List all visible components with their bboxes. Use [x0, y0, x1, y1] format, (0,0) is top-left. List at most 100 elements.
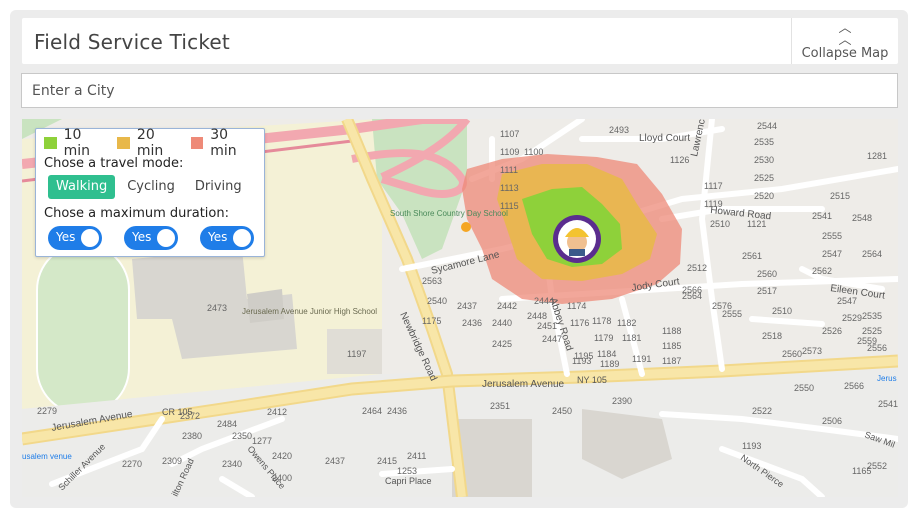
house-number-label: 2556	[867, 343, 887, 353]
house-number-label: 2544	[757, 121, 777, 131]
house-number-label: 2561	[742, 251, 762, 261]
mode-cycling-button[interactable]: Cycling	[119, 175, 183, 199]
worker-avatar-pin-icon	[553, 215, 601, 263]
house-number-label: 2510	[710, 219, 730, 229]
house-number-label: 2564	[862, 249, 882, 259]
house-number-label: 2372	[180, 411, 200, 421]
house-number-label: 1117	[704, 181, 723, 191]
legend-swatch-30min	[190, 137, 204, 149]
house-number-label: 2437	[325, 456, 345, 466]
house-number-label: 1179	[594, 333, 613, 343]
collapse-map-label: Collapse Map	[801, 46, 889, 61]
house-number-label: 1187	[662, 356, 681, 366]
house-number-label: 2548	[852, 213, 872, 223]
mode-driving-button[interactable]: Driving	[187, 175, 250, 199]
house-number-label: 1107	[500, 129, 519, 139]
toggle-knob	[233, 229, 251, 247]
header-bar: Field Service Ticket ︿ ︿ Collapse Map	[22, 18, 898, 64]
legend-swatch-10min	[44, 137, 57, 149]
house-number-label: 2552	[867, 461, 887, 471]
house-number-label: 2350	[232, 431, 252, 441]
house-number-label: 1277	[252, 436, 272, 446]
house-number-label: 2464	[362, 406, 382, 416]
legend-label-30min: 30 min	[210, 127, 237, 159]
house-number-label: 2526	[822, 326, 842, 336]
house-number-label: 1175	[422, 316, 441, 326]
house-number-label: 2448	[527, 311, 547, 321]
svg-text:South Shore Country Day School: South Shore Country Day School	[390, 209, 508, 218]
travel-mode-label: Chose a travel mode:	[44, 156, 184, 171]
house-number-label: 2309	[162, 456, 182, 466]
house-number-label: 2515	[830, 191, 850, 201]
house-number-label: 2440	[492, 318, 512, 328]
house-number-label: 2555	[722, 309, 742, 319]
svg-text:Lloyd Court: Lloyd Court	[639, 133, 690, 144]
house-number-label: 1115	[500, 201, 519, 211]
house-number-label: 2512	[687, 263, 707, 273]
house-number-label: 2540	[427, 296, 447, 306]
house-number-label: 2530	[754, 155, 774, 165]
isochrone-controls-card: 10 min 20 min 30 min Chose a travel mode…	[35, 127, 265, 257]
house-number-label: 2566	[844, 381, 864, 391]
house-number-label: 1281	[867, 151, 887, 161]
legend-item-10min: 10 min	[44, 127, 107, 159]
house-number-label: 2340	[222, 459, 242, 469]
toggle-30min[interactable]: Yes	[200, 226, 254, 250]
house-number-label: 2518	[762, 331, 782, 341]
legend-item-20min: 20 min	[117, 127, 180, 159]
house-number-label: 2380	[182, 431, 202, 441]
legend-label-20min: 20 min	[136, 127, 164, 159]
collapse-map-button[interactable]: ︿ ︿ Collapse Map	[791, 18, 898, 64]
house-number-label: 2425	[492, 339, 512, 349]
house-number-label: 2270	[122, 459, 142, 469]
mode-walking-button[interactable]: Walking	[48, 175, 116, 199]
house-number-label: 1109	[500, 147, 519, 157]
house-number-label: 2447	[542, 334, 562, 344]
svg-text:Capri Place: Capri Place	[385, 476, 432, 486]
house-number-label: 1253	[397, 466, 417, 476]
duration-toggle-group: Yes Yes Yes	[48, 226, 254, 250]
house-number-label: 1188	[662, 326, 681, 336]
house-number-label: 2535	[862, 311, 882, 321]
house-number-label: 2411	[407, 451, 426, 461]
house-number-label: 2562	[812, 266, 832, 276]
house-number-label: 1195	[574, 351, 593, 361]
house-number-label: 2436	[462, 318, 482, 328]
house-number-label: 2522	[752, 406, 772, 416]
page-title: Field Service Ticket	[34, 30, 230, 54]
toggle-20min[interactable]: Yes	[124, 226, 178, 250]
house-number-label: 2550	[794, 383, 814, 393]
house-number-label: 2529	[842, 313, 862, 323]
house-number-label: 2520	[754, 191, 774, 201]
toggle-20min-label: Yes	[132, 230, 152, 244]
house-number-label: 1119	[704, 199, 723, 209]
double-chevron-up-icon: ︿ ︿	[838, 20, 852, 47]
svg-text:Jerus Avenu & Ea: Jerus Avenu & Ea	[877, 374, 898, 383]
house-number-label: 2437	[457, 301, 477, 311]
house-number-label: 2412	[267, 407, 287, 417]
house-number-label: 1191	[632, 354, 651, 364]
house-number-label: 1126	[670, 155, 689, 165]
house-number-label: 2415	[377, 456, 397, 466]
house-number-label: 1176	[570, 318, 589, 328]
house-number-label: 2444	[534, 296, 554, 306]
house-number-label: 2510	[772, 306, 792, 316]
city-search-input[interactable]	[21, 73, 898, 108]
house-number-label: 1181	[622, 333, 641, 343]
house-number-label: 2493	[609, 125, 629, 135]
svg-text:usalem venue: usalem venue	[22, 452, 72, 461]
toggle-10min[interactable]: Yes	[48, 226, 102, 250]
duration-label: Chose a maximum duration:	[44, 206, 229, 221]
house-number-label: 2525	[862, 326, 882, 336]
legend-label-10min: 10 min	[63, 127, 90, 159]
house-number-label: 2450	[552, 406, 572, 416]
house-number-label: 2573	[802, 346, 822, 356]
house-number-label: 1185	[662, 341, 681, 351]
house-number-label: 2560	[782, 349, 802, 359]
legend: 10 min 20 min 30 min	[44, 127, 264, 159]
house-number-label: 2420	[272, 451, 292, 461]
house-number-label: 2555	[822, 231, 842, 241]
house-number-label: 1189	[600, 359, 619, 369]
house-number-label: 2484	[217, 419, 237, 429]
toggle-knob	[81, 229, 99, 247]
